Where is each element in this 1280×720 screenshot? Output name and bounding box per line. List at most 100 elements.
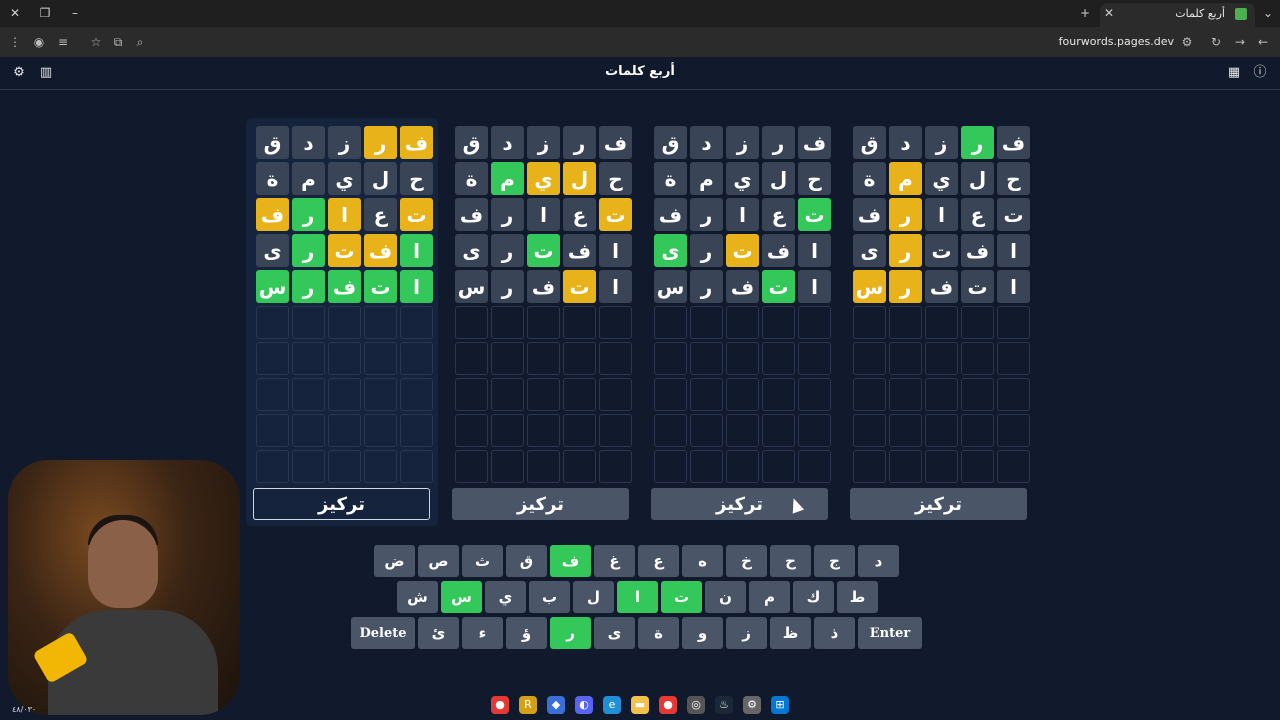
letter-key[interactable]: ي (485, 581, 526, 613)
delete-key[interactable]: Delete (351, 617, 415, 649)
letter-tile: ت (527, 234, 560, 267)
window-minimize-icon[interactable]: – (65, 4, 85, 22)
tab-list-chevron-icon[interactable]: ⌄ (1258, 4, 1278, 22)
empty-tile (455, 450, 488, 483)
focus-button[interactable]: تركيز (253, 488, 430, 520)
reading-list-icon[interactable]: ≡ (54, 33, 72, 51)
letter-key[interactable]: ح (770, 545, 811, 577)
app-icon[interactable]: ◆ (547, 696, 565, 714)
focus-button[interactable]: تركيز (850, 488, 1027, 520)
empty-tile (798, 414, 831, 447)
letter-key[interactable]: ك (793, 581, 834, 613)
letter-tile: ا (599, 234, 632, 267)
menu-dots-icon[interactable]: ⋮ (6, 33, 24, 51)
empty-tile (654, 378, 687, 411)
letter-tile: ل (563, 162, 596, 195)
empty-tile (400, 450, 433, 483)
letter-key[interactable]: د (858, 545, 899, 577)
letter-key[interactable]: ض (374, 545, 415, 577)
letter-key[interactable]: ذ (814, 617, 855, 649)
letter-key[interactable]: ش (397, 581, 438, 613)
letter-key[interactable]: ت (661, 581, 702, 613)
letter-key[interactable]: ل (573, 581, 614, 613)
letter-tile: م (292, 162, 325, 195)
calendar-icon[interactable]: ▦ (1226, 65, 1242, 81)
letter-key[interactable]: غ (594, 545, 635, 577)
letter-key[interactable]: ء (462, 617, 503, 649)
url-field[interactable]: fourwords.pages.dev (1059, 35, 1174, 48)
file-explorer-icon[interactable]: ▬ (631, 696, 649, 714)
empty-tile (400, 378, 433, 411)
empty-tile (256, 342, 289, 375)
windows-start-icon[interactable]: ⊞ (771, 696, 789, 714)
bookmark-star-icon[interactable]: ☆ (87, 33, 105, 51)
letter-key[interactable]: ص (418, 545, 459, 577)
letter-key[interactable]: ط (837, 581, 878, 613)
empty-tile (292, 342, 325, 375)
forward-icon[interactable]: → (1231, 33, 1249, 51)
window-close-icon[interactable]: ✕ (5, 4, 25, 22)
install-app-icon[interactable]: ⧉ (109, 33, 127, 51)
letter-tile: ق (853, 126, 886, 159)
empty-tile (762, 342, 795, 375)
steam-icon[interactable]: ♨ (715, 696, 733, 714)
profile-icon[interactable]: ◉ (30, 33, 48, 51)
letter-key[interactable]: ن (705, 581, 746, 613)
enter-key[interactable]: Enter (858, 617, 922, 649)
reload-icon[interactable]: ↻ (1207, 33, 1225, 51)
new-tab-icon[interactable]: + (1075, 4, 1095, 22)
letter-key[interactable]: ر (550, 617, 591, 649)
focus-button[interactable]: تركيز (452, 488, 629, 520)
letter-key[interactable]: خ (726, 545, 767, 577)
letter-key[interactable]: ب (529, 581, 570, 613)
letter-key[interactable]: ج (814, 545, 855, 577)
letter-tile: ا (527, 198, 560, 231)
rockstar-icon[interactable]: R (519, 696, 537, 714)
empty-tile (690, 378, 723, 411)
letter-key[interactable]: س (441, 581, 482, 613)
letter-key[interactable]: ق (506, 545, 547, 577)
webcam-overlay (8, 460, 240, 715)
letter-tile: ت (400, 198, 433, 231)
letter-key[interactable]: و (682, 617, 723, 649)
letter-key[interactable]: ف (550, 545, 591, 577)
letter-tile: ا (798, 234, 831, 267)
letter-key[interactable]: ع (638, 545, 679, 577)
empty-tile (690, 414, 723, 447)
letter-tile: ت (961, 270, 994, 303)
search-icon[interactable]: ⌕ (131, 33, 149, 51)
letter-tile: ة (455, 162, 488, 195)
chrome-icon[interactable]: ● (491, 696, 509, 714)
empty-tile (889, 306, 922, 339)
settings-icon[interactable]: ⚙ (743, 696, 761, 714)
letter-tile: ر (690, 198, 723, 231)
letter-key[interactable]: م (749, 581, 790, 613)
letter-tile: ف (364, 234, 397, 267)
obs-icon[interactable]: ◎ (687, 696, 705, 714)
letter-key[interactable]: ز (726, 617, 767, 649)
system-clock: ٤٨/٠٣٠ (12, 705, 37, 714)
tab-close-icon[interactable]: ✕ (1104, 6, 1114, 20)
letter-key[interactable]: ؤ (506, 617, 547, 649)
site-settings-icon[interactable]: ⚙ (1178, 33, 1196, 51)
letter-key[interactable]: ث (462, 545, 503, 577)
chrome-2-icon[interactable]: ● (659, 696, 677, 714)
letter-key[interactable]: ا (617, 581, 658, 613)
edge-icon[interactable]: e (603, 696, 621, 714)
letter-tile: ل (364, 162, 397, 195)
empty-tile (654, 450, 687, 483)
browser-tab[interactable]: ✕ أربع كلمات (1100, 3, 1255, 27)
window-restore-icon[interactable]: ❐ (35, 4, 55, 22)
letter-tile: م (690, 162, 723, 195)
empty-tile (400, 306, 433, 339)
letter-key[interactable]: ظ (770, 617, 811, 649)
letter-tile: ف (455, 198, 488, 231)
letter-key[interactable]: ة (638, 617, 679, 649)
discord-icon[interactable]: ◐ (575, 696, 593, 714)
back-icon[interactable]: ← (1254, 33, 1272, 51)
letter-tile: ل (961, 162, 994, 195)
letter-key[interactable]: ئ (418, 617, 459, 649)
info-icon[interactable]: ⓘ (1252, 65, 1268, 81)
letter-key[interactable]: ى (594, 617, 635, 649)
letter-key[interactable]: ه (682, 545, 723, 577)
